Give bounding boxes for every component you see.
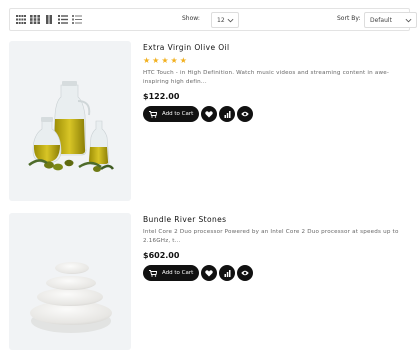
eye-icon (241, 111, 249, 117)
product-actions: Add to Cart (143, 106, 408, 122)
grid-3-icon[interactable] (30, 15, 40, 24)
product-title[interactable]: Bundle River Stones (143, 215, 408, 224)
olive-oil-image (28, 81, 115, 172)
sort-label: Sort By: (337, 15, 361, 22)
star-icon: ★ (161, 56, 169, 65)
star-icon: ★ (179, 56, 187, 65)
product-info: Bundle River Stones Intel Core 2 Duo pro… (143, 213, 408, 281)
cart-icon (149, 110, 157, 118)
chevron-down-icon (227, 18, 234, 23)
compare-button[interactable] (219, 106, 235, 122)
add-to-cart-label: Add to Cart (162, 270, 194, 276)
bar-chart-icon (224, 269, 230, 277)
heart-icon (205, 269, 213, 276)
show-count-value: 12 (217, 17, 225, 24)
cart-icon (149, 269, 157, 277)
list-detail-icon[interactable] (72, 15, 82, 24)
quick-view-button[interactable] (237, 106, 253, 122)
bar-chart-icon (224, 110, 230, 118)
sort-select[interactable]: Default (364, 12, 417, 28)
star-icon: ★ (152, 56, 160, 65)
wishlist-button[interactable] (201, 265, 217, 281)
product-image[interactable] (9, 41, 131, 201)
product-title[interactable]: Extra Virgin Olive Oil (143, 43, 408, 52)
view-mode-switcher (16, 15, 82, 24)
quick-view-button[interactable] (237, 265, 253, 281)
list-icon[interactable] (58, 15, 68, 24)
show-label: Show: (182, 15, 200, 22)
product-info: Extra Virgin Olive Oil ★ ★ ★ ★ ★ HTC Tou… (143, 41, 408, 122)
star-icon: ★ (170, 56, 178, 65)
product-description: Intel Core 2 Duo processor Powered by an… (143, 229, 399, 244)
product-actions: Add to Cart (143, 265, 408, 281)
product-toolbar: Show: 12 Sort By: Default (9, 8, 417, 31)
product-description: HTC Touch - in High Definition. Watch mu… (143, 70, 390, 85)
add-to-cart-button[interactable]: Add to Cart (143, 265, 199, 281)
compare-button[interactable] (219, 265, 235, 281)
chevron-down-icon (405, 18, 412, 23)
wishlist-button[interactable] (201, 106, 217, 122)
rating-stars: ★ ★ ★ ★ ★ (143, 57, 408, 65)
heart-icon (205, 110, 213, 117)
product-item: Extra Virgin Olive Oil ★ ★ ★ ★ ★ HTC Tou… (9, 41, 410, 201)
sort-value: Default (370, 17, 392, 24)
product-image[interactable] (9, 213, 131, 350)
grid-4-icon[interactable] (16, 15, 26, 24)
product-price: $602.00 (143, 251, 180, 260)
star-icon: ★ (143, 56, 151, 65)
add-to-cart-button[interactable]: Add to Cart (143, 106, 199, 122)
eye-icon (241, 270, 249, 276)
show-count-select[interactable]: 12 (211, 12, 239, 28)
product-price: $122.00 (143, 92, 180, 101)
grid-2-icon[interactable] (44, 15, 54, 24)
add-to-cart-label: Add to Cart (162, 111, 194, 117)
product-item: Bundle River Stones Intel Core 2 Duo pro… (9, 213, 410, 350)
river-stones-image (30, 262, 112, 333)
